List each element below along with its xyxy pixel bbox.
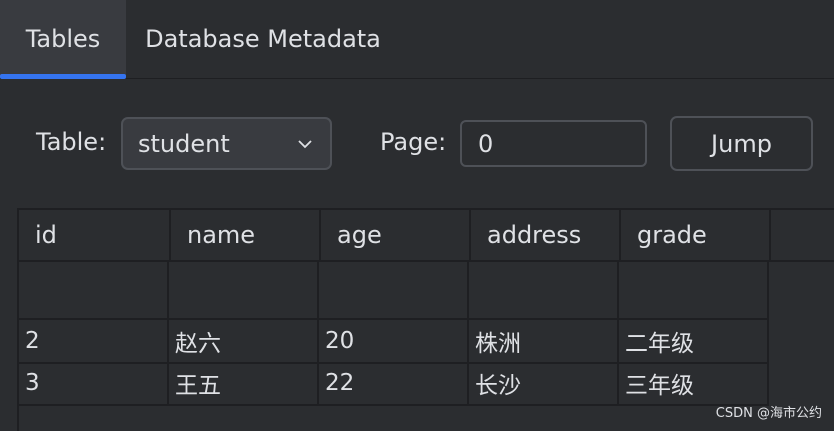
table-cell[interactable]	[319, 262, 469, 318]
table-cell[interactable]: 20	[319, 320, 469, 362]
table-row[interactable]: 2 赵六 20 株洲 二年级	[19, 320, 769, 364]
table-cell[interactable]: 赵六	[169, 320, 319, 362]
watermark: CSDN @海市公约	[716, 402, 822, 421]
column-header-name[interactable]: name	[171, 210, 321, 260]
table-cell[interactable]: 2	[19, 320, 169, 362]
table-cell[interactable]: 株洲	[469, 320, 619, 362]
table-cell[interactable]	[19, 262, 169, 318]
jump-button-label: Jump	[711, 130, 772, 158]
table-select-value: student	[138, 130, 230, 158]
table-cell[interactable]: 二年级	[619, 320, 769, 362]
column-header-age[interactable]: age	[321, 210, 471, 260]
data-table: id name age address grade 2 赵六 20 株洲 二年级…	[17, 208, 834, 431]
table-cell[interactable]	[469, 262, 619, 318]
table-row[interactable]	[19, 262, 769, 320]
table-cell[interactable]	[619, 262, 769, 318]
jump-button[interactable]: Jump	[670, 116, 813, 171]
tab-database-metadata[interactable]: Database Metadata	[140, 0, 386, 78]
table-cell[interactable]: 3	[19, 362, 169, 404]
chevron-down-icon	[294, 133, 316, 155]
column-header-id[interactable]: id	[19, 210, 171, 260]
table-cell[interactable]: 王五	[169, 362, 319, 404]
table-label: Table:	[36, 128, 106, 156]
table-select[interactable]: student	[121, 117, 332, 170]
table-cell[interactable]: 三年级	[619, 362, 769, 404]
table-cell[interactable]	[169, 262, 319, 318]
tab-tables[interactable]: Tables	[0, 0, 126, 78]
active-tab-indicator	[0, 74, 126, 79]
column-header-address[interactable]: address	[471, 210, 621, 260]
column-header-grade[interactable]: grade	[621, 210, 771, 260]
page-input-value: 0	[478, 130, 493, 158]
page-label: Page:	[380, 128, 446, 156]
page-input[interactable]: 0	[460, 120, 647, 167]
table-cell[interactable]: 长沙	[469, 362, 619, 404]
tab-bar: Tables Database Metadata	[0, 0, 834, 79]
table-cell[interactable]: 22	[319, 362, 469, 404]
tab-database-metadata-label: Database Metadata	[145, 25, 381, 53]
table-row[interactable]: 3 王五 22 长沙 三年级	[19, 362, 769, 406]
table-header: id name age address grade	[19, 210, 834, 262]
tab-tables-label: Tables	[26, 25, 101, 53]
